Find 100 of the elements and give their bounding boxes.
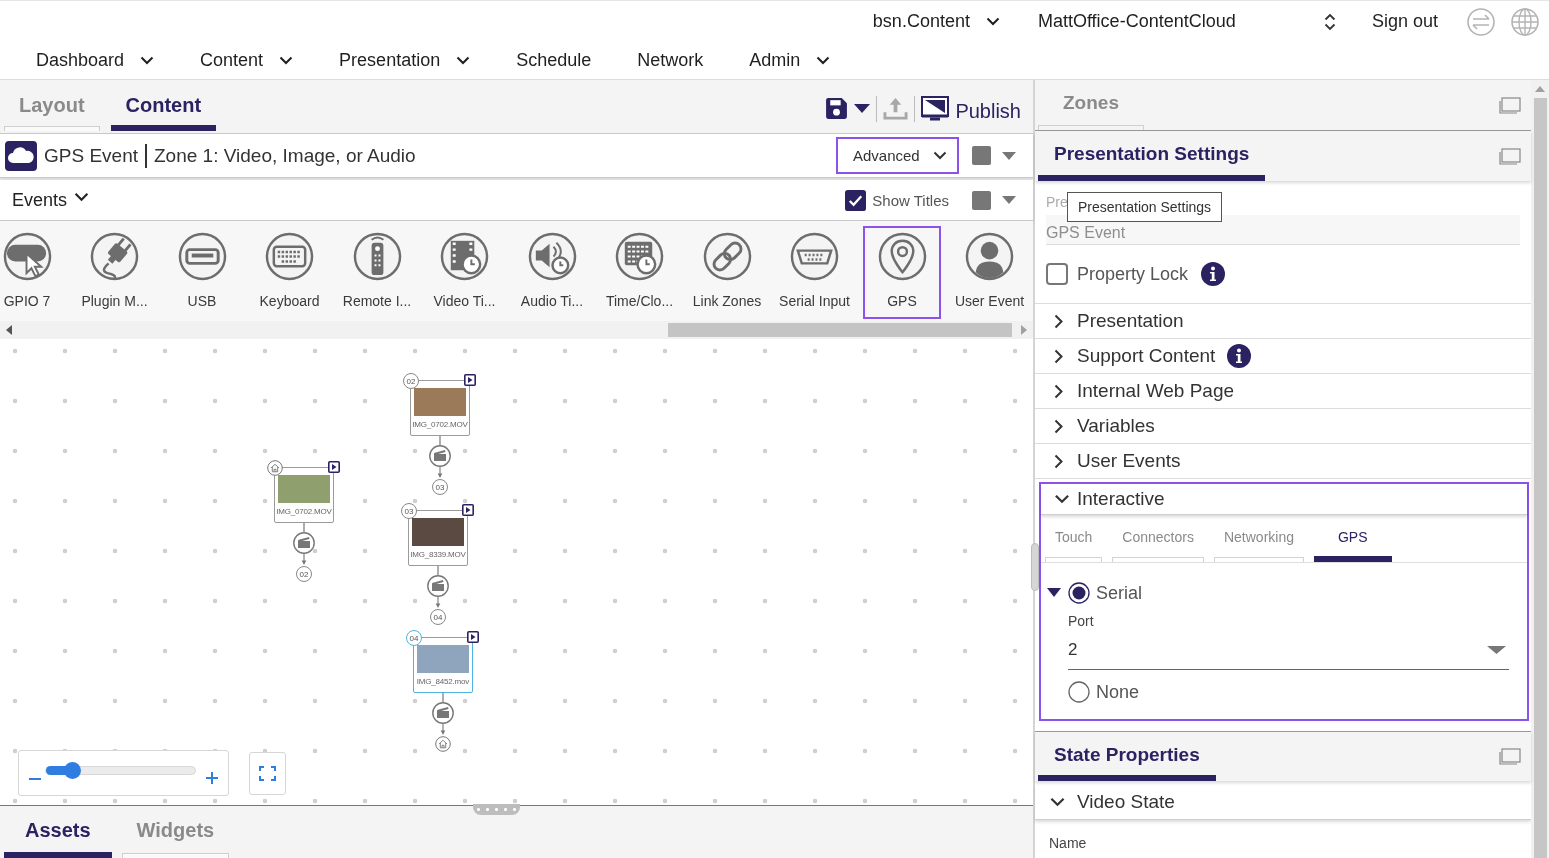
sign-out-link[interactable]: Sign out [1371, 11, 1438, 32]
fit-to-screen-button[interactable] [249, 752, 286, 795]
connector-arrow [437, 467, 443, 478]
event-type-item[interactable]: Plugin M... [75, 226, 154, 319]
calendar-clock-icon [615, 232, 664, 281]
connector-arrow [440, 724, 446, 735]
info-icon[interactable] [1227, 344, 1252, 368]
home-icon [267, 460, 283, 476]
nav-menu-item[interactable]: Schedule [516, 50, 592, 71]
scrollbar-thumb[interactable] [1533, 98, 1547, 858]
connector-arrow [301, 554, 307, 565]
event-type-item[interactable]: Remote I... [338, 226, 416, 319]
settings-tab[interactable]: Touch [1045, 518, 1103, 562]
step-number: 02 [403, 373, 419, 389]
account-dropdown[interactable]: bsn.Content [872, 11, 1000, 32]
resize-handle[interactable] [1031, 543, 1039, 591]
chevron-right-icon [1054, 383, 1063, 399]
event-type-item[interactable]: USB [163, 226, 241, 319]
expand-corners-icon [259, 766, 276, 781]
play-icon[interactable] [462, 504, 474, 516]
vertical-scrollbar[interactable] [1531, 80, 1549, 858]
photo-placeholder [412, 518, 464, 546]
collapse-triangle-icon[interactable] [1047, 588, 1061, 597]
swatch-icon[interactable] [972, 190, 991, 210]
resize-handle[interactable] [473, 804, 520, 815]
play-icon[interactable] [467, 631, 479, 643]
serial-port-icon [790, 232, 839, 281]
chevron-down-icon [456, 56, 471, 65]
event-type-item[interactable]: User Event [950, 226, 1029, 319]
step-number: 04 [430, 609, 446, 625]
event-type-item[interactable]: Serial Input [775, 226, 854, 319]
settings-tab[interactable]: Connectors [1112, 518, 1204, 562]
nav-menu-item[interactable]: Content [200, 50, 294, 71]
radio-button[interactable] [1068, 681, 1090, 703]
checkbox[interactable] [1046, 263, 1068, 285]
event-type-item[interactable]: Video Ti... [425, 226, 504, 319]
usb-port-icon [177, 232, 227, 281]
tooltip: Presentation Settings [1067, 192, 1223, 222]
info-icon[interactable] [1201, 262, 1226, 286]
accordion-header[interactable]: Internal Web Page [1035, 374, 1531, 409]
nav-menu-item[interactable]: Admin [749, 50, 831, 71]
event-type-item[interactable]: GPIO 7 [0, 226, 66, 319]
play-icon[interactable] [328, 461, 340, 473]
photo-placeholder [417, 645, 469, 673]
field-label: Port [1068, 613, 1094, 629]
network-dropdown[interactable]: MattOffice-ContentCloud [1037, 11, 1336, 32]
settings-tab[interactable]: GPS [1314, 518, 1392, 562]
node-label: IMG_0702.MOV [276, 507, 332, 516]
events-dropdown[interactable]: Events [12, 189, 90, 211]
settings-tab[interactable]: Networking [1213, 518, 1304, 562]
chevron-down-icon [1054, 494, 1070, 504]
clapperboard-icon[interactable] [293, 532, 315, 554]
library-tab[interactable]: Assets [4, 806, 112, 858]
mode-dropdown[interactable]: Advanced [836, 137, 959, 174]
publish-button[interactable]: Publish [955, 94, 1021, 123]
scroll-right-icon[interactable] [1021, 325, 1027, 335]
event-type-item[interactable]: Keyboard [250, 226, 329, 319]
accordion-header[interactable]: Video State [1035, 784, 1531, 820]
speaker-clock-icon [527, 232, 577, 281]
chevron-down-icon [985, 17, 1000, 26]
scroll-left-icon[interactable] [6, 325, 12, 335]
accordion-header[interactable]: Variables [1035, 409, 1531, 444]
state-name: GPS Event [44, 144, 138, 167]
nav-menu-item[interactable]: Dashboard [36, 50, 155, 71]
cloud-icon [5, 140, 37, 171]
event-type-item[interactable]: Audio Ti... [513, 226, 591, 319]
chevron-down-icon [74, 192, 90, 202]
chevron-down-icon [1049, 796, 1066, 807]
checkbox[interactable] [845, 189, 867, 211]
accordion-header[interactable]: Presentation [1035, 304, 1531, 339]
chevron-right-icon [1054, 313, 1063, 329]
map-pin-icon [877, 232, 927, 281]
caret-down-icon[interactable] [854, 104, 871, 113]
swatch-icon[interactable] [972, 146, 991, 165]
nav-menu-item[interactable]: Network [637, 50, 704, 71]
scroll-up-icon[interactable] [1535, 86, 1545, 92]
radio-button[interactable] [1068, 582, 1090, 604]
accordion-header[interactable]: Support Content [1035, 339, 1531, 374]
event-type-item[interactable]: Time/Clo... [600, 226, 679, 319]
chevron-right-icon [1054, 453, 1063, 469]
plus-icon[interactable] [206, 772, 218, 784]
play-icon[interactable] [464, 374, 476, 386]
save-icon[interactable] [824, 96, 850, 121]
photo-placeholder [414, 388, 466, 416]
nav-menu-item[interactable]: Presentation [339, 50, 471, 71]
port-select[interactable]: 2 [1068, 629, 1509, 670]
clapperboard-icon[interactable] [427, 575, 449, 597]
clapperboard-icon[interactable] [432, 702, 454, 724]
video-state-node[interactable]: IMG_0702.MOV [274, 467, 334, 523]
accordion-header[interactable]: User Events [1035, 444, 1531, 479]
accordion-header[interactable]: Interactive [1041, 484, 1527, 515]
chevron-right-icon [1054, 418, 1063, 434]
remote-control-icon [352, 232, 402, 281]
node-label: IMG_0702.MOV [412, 420, 468, 429]
event-type-item[interactable]: Link Zones [688, 226, 766, 319]
plug-icon [90, 232, 139, 281]
slider-thumb[interactable] [64, 762, 82, 779]
scrollbar-thumb[interactable] [668, 323, 1012, 337]
event-type-item[interactable]: GPS [863, 226, 941, 319]
clapperboard-icon[interactable] [429, 445, 451, 467]
